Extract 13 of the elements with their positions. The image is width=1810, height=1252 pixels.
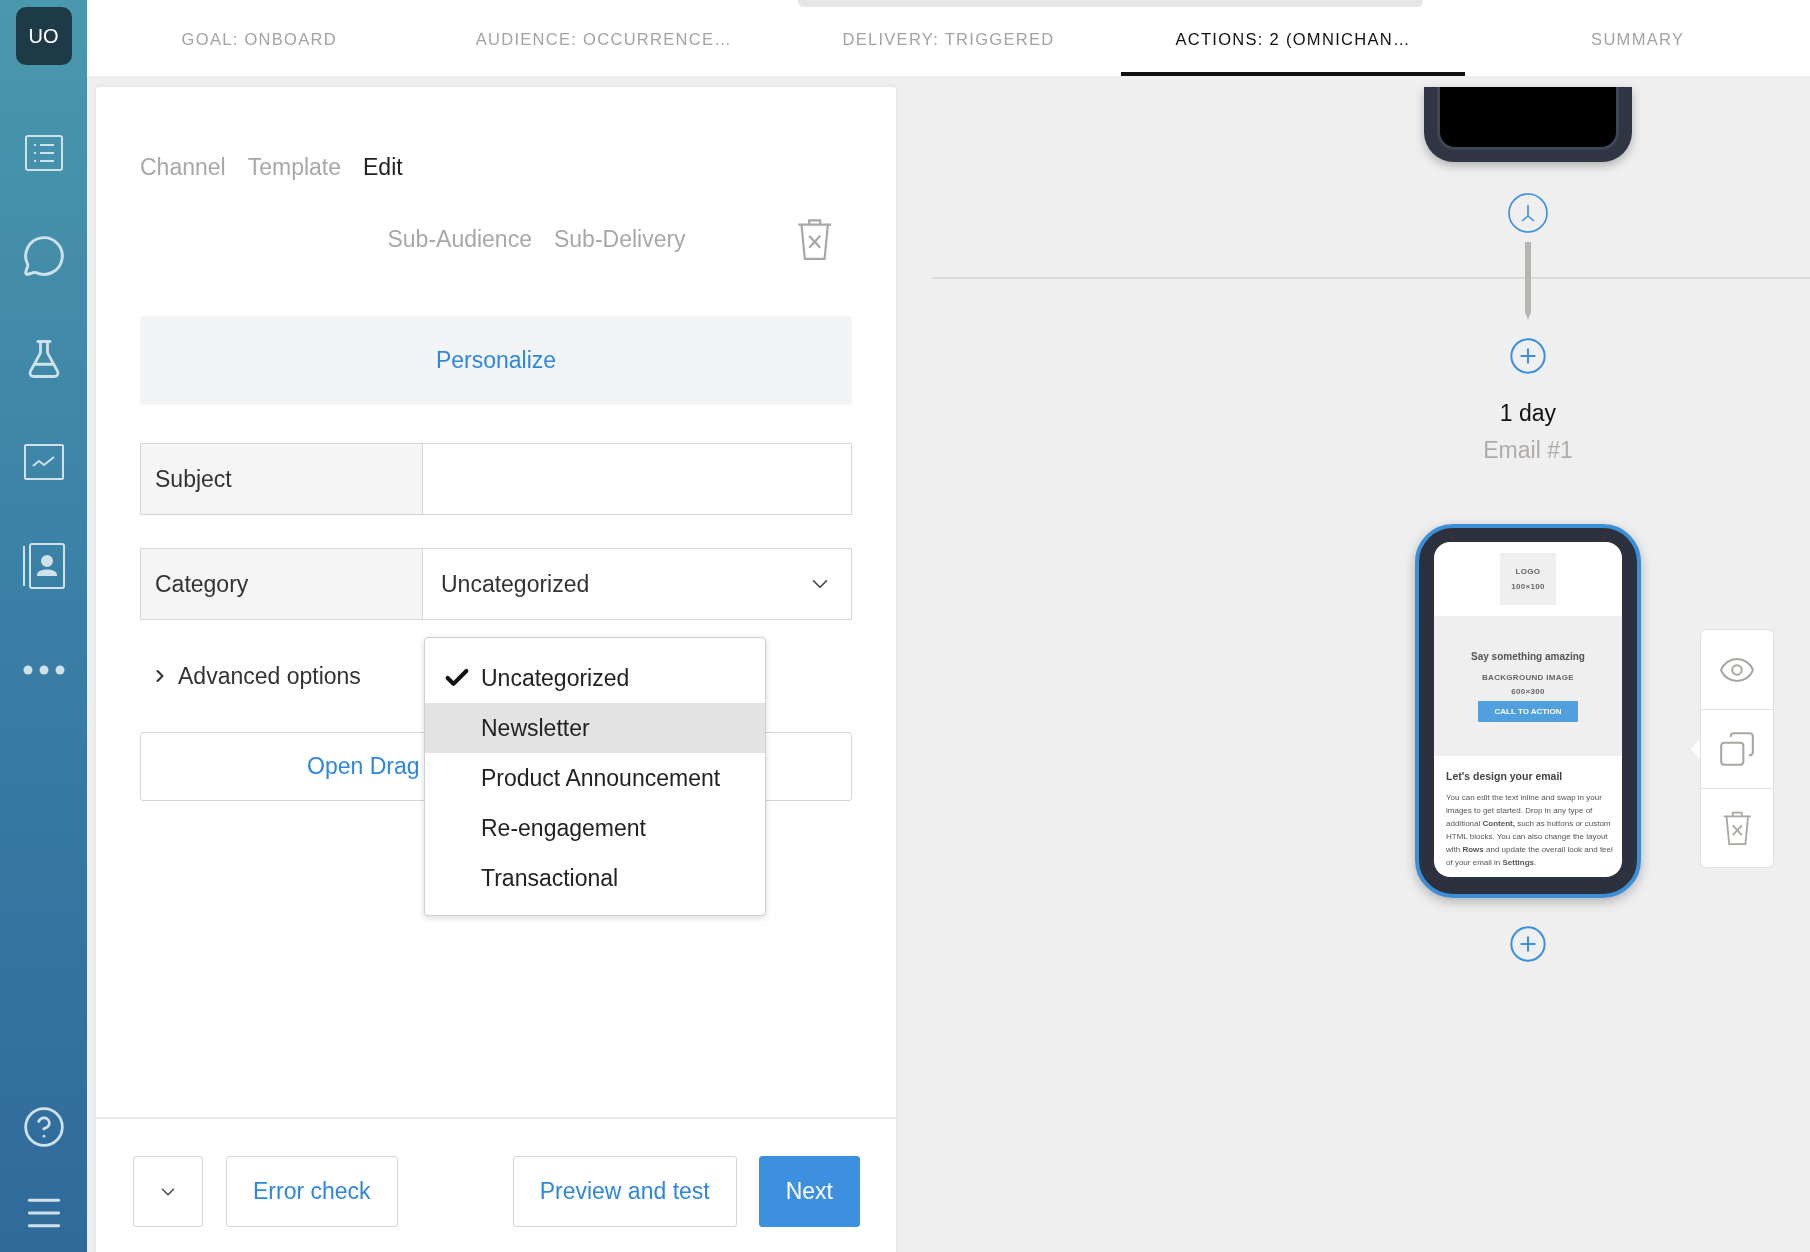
email-headline: Say something amazing — [1471, 650, 1585, 662]
logo-size-text: 100×100 — [1511, 582, 1545, 591]
background-label: BACKGROUND IMAGE — [1482, 672, 1574, 682]
email-heading: Let's design your email — [1446, 770, 1564, 782]
field-value: Uncategorized — [441, 570, 590, 598]
field-label: Category — [141, 549, 423, 619]
email-body-text: You can edit the text inline and swap in your images to get started. Drop in any type of additional Content, such as buttons or custom HTML blocks. You can also change the layout with Rows and update the overall look and feel of your email in Settings. — [1446, 792, 1614, 869]
background-size-text: 600×300 — [1511, 686, 1545, 696]
field-label: Subject — [141, 444, 423, 514]
delay-label: 1 day — [1499, 400, 1557, 427]
logo-placeholder-text: LOGO — [1515, 567, 1541, 576]
step-name: Email #1 — [1483, 437, 1573, 464]
call-to-action-button: CALL TO ACTION — [1478, 700, 1578, 722]
